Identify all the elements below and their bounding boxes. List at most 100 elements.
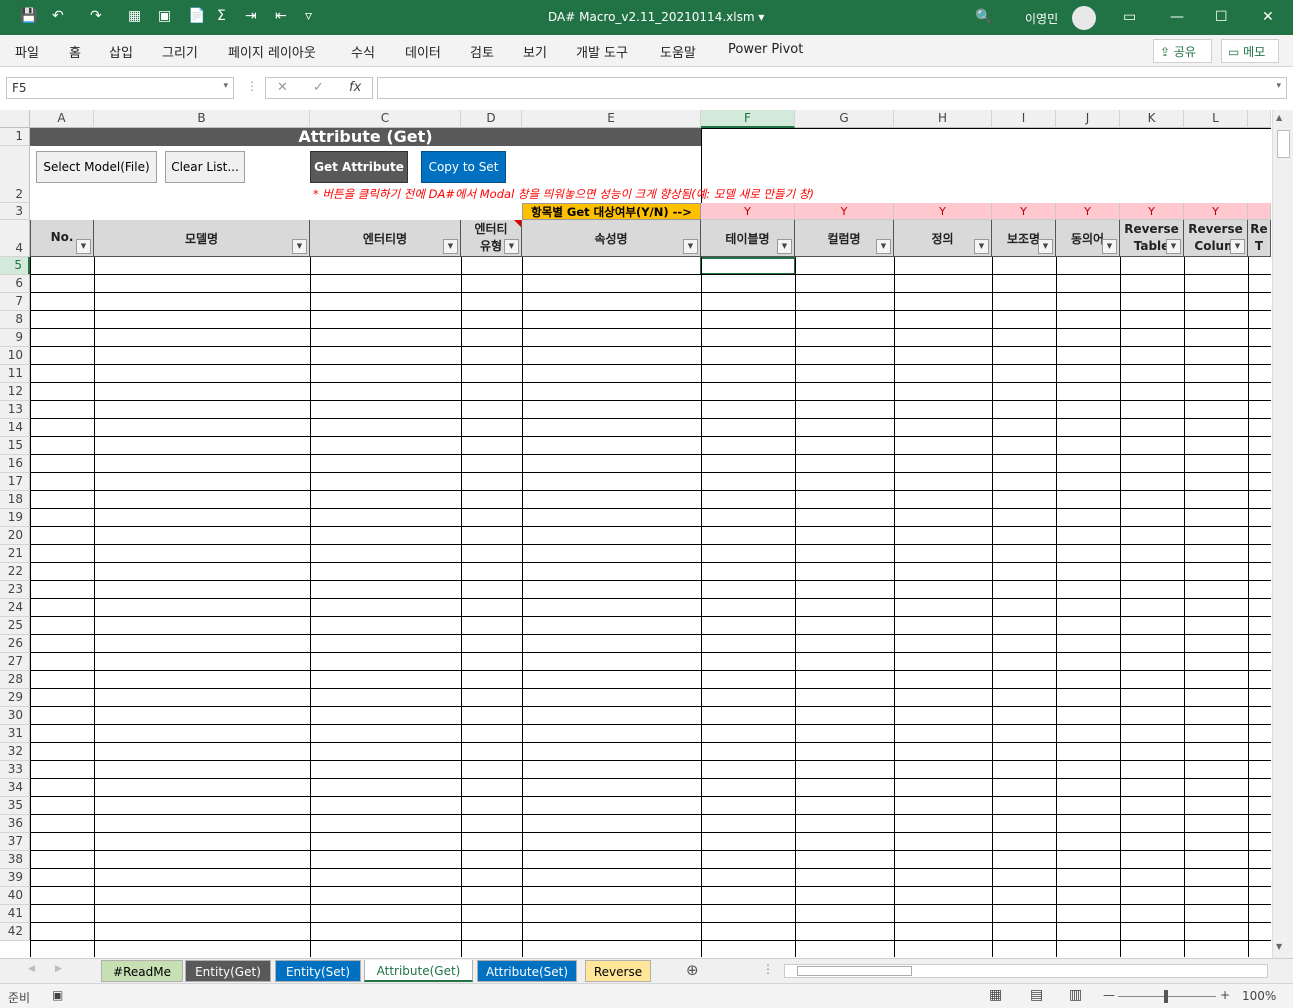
y-flag-cell[interactable]: Y — [701, 203, 795, 220]
row-header-27[interactable]: 27 — [0, 653, 30, 671]
row-header-15[interactable]: 15 — [0, 437, 30, 455]
undo-icon[interactable]: ↶ — [52, 8, 64, 24]
y-flag-cell[interactable]: Y — [992, 203, 1056, 220]
tab-help[interactable]: 도움말 — [660, 42, 696, 61]
column-header-K[interactable]: K — [1120, 110, 1184, 128]
y-flag-cell[interactable]: Y — [1120, 203, 1184, 220]
row-header-38[interactable]: 38 — [0, 851, 30, 869]
macro-record-icon[interactable]: ▣ — [52, 988, 63, 1002]
enter-icon[interactable]: ✓ — [313, 80, 324, 95]
row-header-42[interactable]: 42 — [0, 923, 30, 941]
filter-dropdown-icon[interactable]: ▼ — [683, 239, 698, 254]
save-icon[interactable]: 💾 — [20, 8, 37, 24]
row-header-12[interactable]: 12 — [0, 383, 30, 401]
tab-view[interactable]: 보기 — [523, 42, 547, 61]
column-header-G[interactable]: G — [795, 110, 894, 128]
row-header-6[interactable]: 6 — [0, 275, 30, 293]
tab-home[interactable]: 홈 — [69, 42, 81, 61]
row-header-31[interactable]: 31 — [0, 725, 30, 743]
search-icon[interactable]: 🔍 — [975, 9, 992, 25]
tab-formulas[interactable]: 수식 — [351, 42, 375, 61]
filter-dropdown-icon[interactable]: ▼ — [292, 239, 307, 254]
comments-button[interactable]: ▭ 메모 — [1221, 39, 1279, 63]
page-layout-view-icon[interactable]: ▤ — [1030, 987, 1043, 1003]
sheet-tab-readme[interactable]: #ReadMe — [101, 960, 183, 982]
row-header-10[interactable]: 10 — [0, 347, 30, 365]
row-header-22[interactable]: 22 — [0, 563, 30, 581]
maximize-icon[interactable]: ☐ — [1215, 9, 1228, 25]
row-header-28[interactable]: 28 — [0, 671, 30, 689]
column-header-L[interactable]: L — [1184, 110, 1248, 128]
row-header-1[interactable]: 1 — [0, 128, 30, 146]
y-flag-cell[interactable]: Y — [1056, 203, 1120, 220]
filter-dropdown-icon[interactable]: ▼ — [443, 239, 458, 254]
filter-dropdown-icon[interactable]: ▼ — [974, 239, 989, 254]
name-box[interactable]: F5 ▾ — [6, 77, 234, 99]
sheet-tab-attributeset[interactable]: Attribute(Set) — [477, 960, 577, 982]
scroll-up-icon[interactable]: ▲ — [1276, 113, 1282, 122]
filter-dropdown-icon[interactable]: ▼ — [1230, 239, 1245, 254]
row-header-16[interactable]: 16 — [0, 455, 30, 473]
column-header-F[interactable]: F — [701, 110, 795, 128]
row-header-7[interactable]: 7 — [0, 293, 30, 311]
row-header-32[interactable]: 32 — [0, 743, 30, 761]
tab-draw[interactable]: 그리기 — [162, 42, 198, 61]
table-icon[interactable]: ▦ — [128, 8, 141, 24]
y-flag-cell[interactable]: Y — [795, 203, 894, 220]
sheet-tab-attributeget[interactable]: Attribute(Get) — [364, 960, 473, 982]
row-header-33[interactable]: 33 — [0, 761, 30, 779]
tab-review[interactable]: 검토 — [470, 42, 494, 61]
sheet-tab-entityset[interactable]: Entity(Set) — [275, 960, 361, 982]
column-header-B[interactable]: B — [94, 110, 310, 128]
y-flag-cell[interactable]: Y — [1184, 203, 1248, 220]
row-header-4[interactable]: 4 — [0, 220, 30, 257]
row-header-13[interactable]: 13 — [0, 401, 30, 419]
outdent-icon[interactable]: ⇤ — [275, 8, 287, 24]
row-header-20[interactable]: 20 — [0, 527, 30, 545]
row-header-30[interactable]: 30 — [0, 707, 30, 725]
row-header-5[interactable]: 5 — [0, 257, 30, 275]
y-flag-cell[interactable]: Y — [894, 203, 992, 220]
filter-dropdown-icon[interactable]: ▼ — [504, 239, 519, 254]
hscroll-thumb[interactable] — [797, 966, 912, 976]
row-header-29[interactable]: 29 — [0, 689, 30, 707]
filter-dropdown-icon[interactable]: ▼ — [1102, 239, 1117, 254]
comment-indicator-icon[interactable] — [514, 220, 521, 227]
customize-icon[interactable]: ▿ — [305, 8, 312, 24]
row-header-14[interactable]: 14 — [0, 419, 30, 437]
form-icon[interactable]: ▣ — [158, 8, 171, 24]
filter-dropdown-icon[interactable]: ▼ — [1038, 239, 1053, 254]
row-header-8[interactable]: 8 — [0, 311, 30, 329]
select-model-button[interactable]: Select Model(File) — [36, 151, 157, 183]
normal-view-icon[interactable]: ▦ — [989, 987, 1002, 1003]
row-header-35[interactable]: 35 — [0, 797, 30, 815]
row-header-37[interactable]: 37 — [0, 833, 30, 851]
redo-icon[interactable]: ↷ — [90, 8, 102, 24]
row-header-41[interactable]: 41 — [0, 905, 30, 923]
tab-data[interactable]: 데이터 — [405, 42, 441, 61]
vertical-scrollbar[interactable]: ▲ ▼ — [1272, 110, 1293, 958]
filter-dropdown-icon[interactable]: ▼ — [76, 239, 91, 254]
tab-developer[interactable]: 개발 도구 — [576, 42, 628, 61]
add-sheet-icon[interactable]: ⊕ — [686, 961, 699, 979]
row-header-39[interactable]: 39 — [0, 869, 30, 887]
column-header-D[interactable]: D — [461, 110, 522, 128]
sheet-tab-entityget[interactable]: Entity(Get) — [185, 960, 271, 982]
select-all-corner[interactable] — [0, 110, 30, 128]
close-icon[interactable]: ✕ — [1262, 9, 1274, 25]
filter-dropdown-icon[interactable]: ▼ — [777, 239, 792, 254]
avatar[interactable] — [1072, 6, 1096, 30]
zoom-out-button[interactable]: — — [1103, 988, 1115, 1002]
zoom-in-button[interactable]: + — [1220, 988, 1230, 1002]
page-break-view-icon[interactable]: ▥ — [1069, 987, 1082, 1003]
autosum-icon[interactable]: Σ — [217, 8, 226, 24]
column-header-H[interactable]: H — [894, 110, 992, 128]
indent-icon[interactable]: ⇥ — [245, 8, 257, 24]
copy-to-set-button[interactable]: Copy to Set — [421, 151, 506, 183]
row-header-2[interactable]: 2 — [0, 146, 30, 203]
get-attribute-button[interactable]: Get Attribute — [310, 151, 408, 183]
column-header-A[interactable]: A — [30, 110, 94, 128]
scroll-down-icon[interactable]: ▼ — [1276, 942, 1282, 951]
clear-list-button[interactable]: Clear List... — [165, 151, 245, 183]
y-flag-cell-partial[interactable] — [1248, 203, 1271, 220]
